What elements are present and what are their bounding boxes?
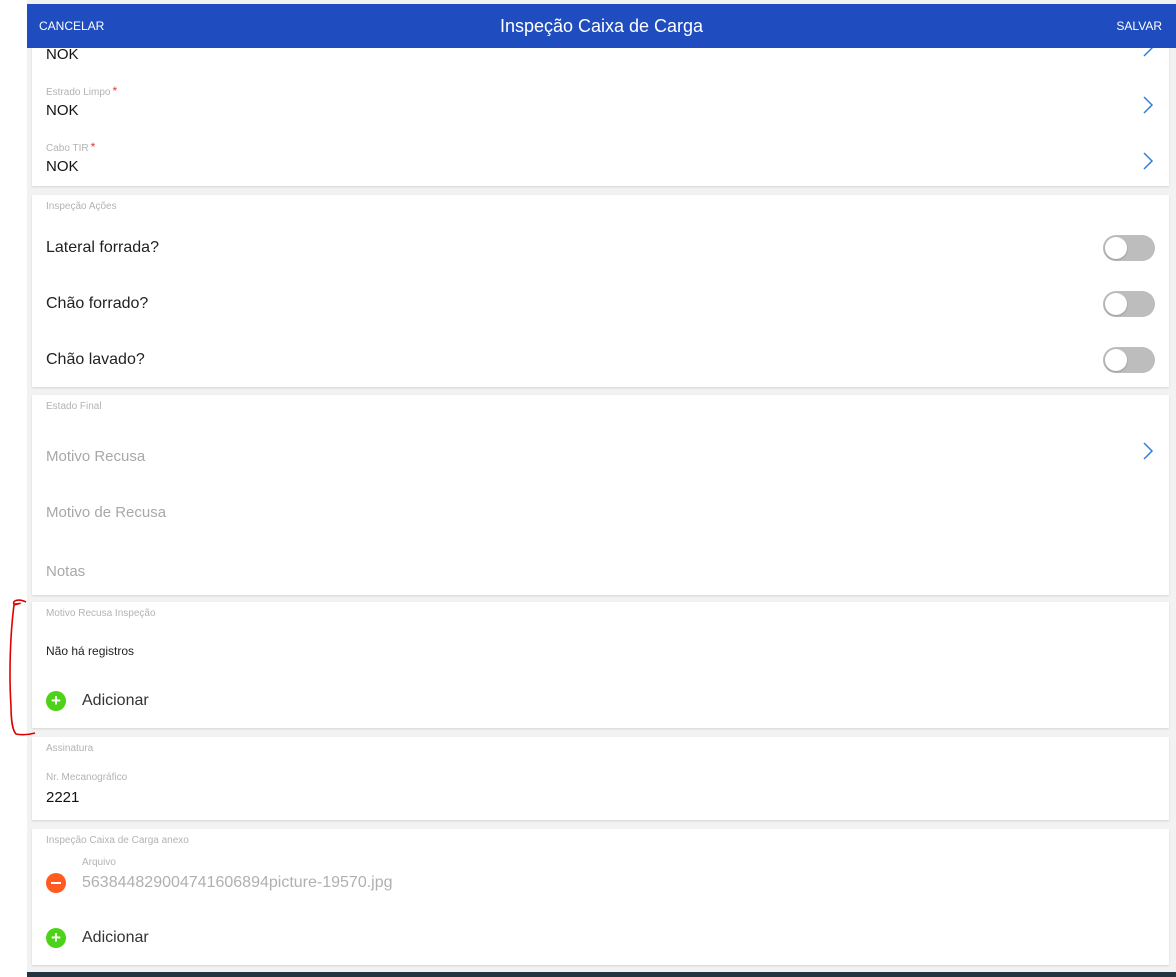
page-title: Inspeção Caixa de Carga	[499, 16, 704, 36]
estrado-limpo-label: Estrado Limpo *	[46, 84, 117, 98]
top-bar: CANCELAR Inspeção Caixa de Carga SALVAR	[27, 4, 1176, 48]
section-title: Assinatura	[46, 743, 94, 754]
nr-mecanografico-value[interactable]: 2221	[46, 789, 79, 806]
toggle-knob	[1105, 293, 1127, 315]
estrado-limpo-value[interactable]: NOK	[46, 102, 79, 119]
empty-state-text: Não há registros	[46, 644, 135, 658]
lateral-forrada-toggle[interactable]	[1103, 235, 1155, 261]
add-anexo-button[interactable]: + Adicionar	[46, 928, 196, 950]
save-button[interactable]: SALVAR	[1116, 4, 1162, 48]
chao-lavado-toggle[interactable]	[1103, 347, 1155, 373]
cabo-tir-label: Cabo TIR *	[46, 140, 95, 154]
assinatura-card: Assinatura Nr. Mecanográfico 2221	[32, 737, 1169, 820]
cabo-tir-label-text: Cabo TIR	[46, 143, 89, 154]
chevron-right-icon[interactable]	[1141, 441, 1155, 461]
annotation-bracket	[9, 599, 36, 736]
add-motivo-button[interactable]: + Adicionar	[46, 691, 196, 713]
nr-mecanografico-label: Nr. Mecanográfico	[46, 772, 128, 783]
inspecao-acoes-card: Inspeção Ações Lateral forrada? Chão for…	[32, 195, 1169, 387]
add-label: Adicionar	[82, 929, 149, 946]
chao-forrado-toggle[interactable]	[1103, 291, 1155, 317]
motivo-recusa-inspecao-card: Motivo Recusa Inspeção Não há registros …	[32, 602, 1169, 728]
toggle-knob	[1105, 349, 1127, 371]
required-marker: *	[112, 84, 118, 98]
chao-forrado-label: Chão forrado?	[46, 295, 149, 312]
section-title: Motivo Recusa Inspeção	[46, 608, 156, 619]
anexo-card: Inspeção Caixa de Carga anexo Arquivo 56…	[32, 829, 1169, 965]
add-label: Adicionar	[82, 692, 149, 709]
cabo-tir-value[interactable]: NOK	[46, 158, 79, 175]
chao-lavado-label: Chão lavado?	[46, 351, 145, 368]
motivo-de-recusa-field[interactable]: Motivo de Recusa	[46, 504, 166, 521]
notas-field[interactable]: Notas	[46, 563, 85, 580]
section-title: Estado Final	[46, 401, 102, 412]
estado-final-card: Estado Final Motivo Recusa Motivo de Rec…	[32, 395, 1169, 595]
required-marker: *	[90, 140, 96, 154]
chevron-right-icon[interactable]	[1141, 151, 1155, 171]
plus-circle-icon: +	[46, 691, 66, 711]
fields-card: NOK Estrado Limpo * NOK Cabo TIR * NOK	[32, 30, 1169, 186]
partial-field-value[interactable]: NOK	[46, 46, 79, 63]
minus-circle-icon[interactable]	[46, 873, 66, 893]
arquivo-label: Arquivo	[82, 857, 116, 868]
plus-circle-icon: +	[46, 928, 66, 948]
section-title: Inspeção Caixa de Carga anexo	[46, 835, 189, 846]
lateral-forrada-label: Lateral forrada?	[46, 239, 159, 256]
bottom-bar	[27, 972, 1176, 977]
toggle-knob	[1105, 237, 1127, 259]
chevron-right-icon[interactable]	[1141, 95, 1155, 115]
file-name: 5638448290047416068​94picture-19570.jpg	[82, 874, 393, 891]
app-frame: CANCELAR Inspeção Caixa de Carga SALVAR …	[27, 0, 1176, 977]
motivo-recusa-field[interactable]: Motivo Recusa	[46, 448, 145, 465]
section-title: Inspeção Ações	[46, 201, 117, 212]
estrado-limpo-label-text: Estrado Limpo	[46, 87, 111, 98]
